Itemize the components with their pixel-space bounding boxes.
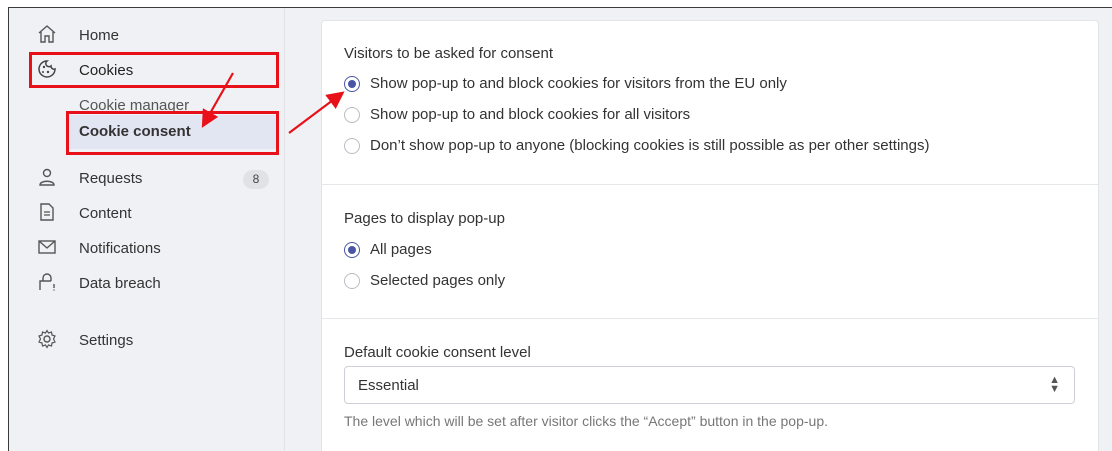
requests-count-badge: 8 (243, 170, 269, 189)
sidebar-item-home[interactable]: Home (9, 18, 285, 52)
sidebar: Home Cookies Cookie manager Cookie conse… (9, 8, 285, 451)
consent-option-all-visitors[interactable]: Show pop-up to and block cookies for all… (344, 106, 690, 123)
sidebar-item-label: Settings (79, 331, 134, 349)
radio-button[interactable] (344, 241, 360, 258)
gear-icon (36, 328, 58, 350)
cookie-consent-highlight-box (66, 111, 279, 155)
pages-option-all[interactable]: All pages (344, 241, 432, 258)
sidebar-item-label: Notifications (79, 239, 161, 257)
sidebar-item-label: Data breach (79, 274, 161, 292)
consent-level-title: Default cookie consent level (344, 344, 531, 361)
sidebar-item-requests[interactable]: Requests 8 (9, 161, 285, 195)
radio-label: Don’t show pop-up to anyone (blocking co… (370, 137, 930, 154)
lock-alert-icon (36, 271, 58, 293)
consent-option-eu-only[interactable]: Show pop-up to and block cookies for vis… (344, 75, 787, 92)
sidebar-item-settings[interactable]: Settings (9, 323, 285, 357)
app-frame: Home Cookies Cookie manager Cookie conse… (8, 7, 1112, 451)
radio-label: Show pop-up to and block cookies for vis… (370, 75, 787, 92)
radio-label: Show pop-up to and block cookies for all… (370, 106, 691, 123)
user-icon (36, 166, 58, 188)
sidebar-item-data-breach[interactable]: Data breach (9, 266, 285, 300)
radio-button[interactable] (344, 272, 360, 289)
sidebar-item-content[interactable]: Content (9, 196, 285, 230)
sidebar-item-label: Home (79, 26, 120, 44)
select-updown-icon: ▲ ▼ (1049, 374, 1060, 395)
radio-button[interactable] (344, 106, 360, 123)
cookie-consent-settings-card: Visitors to be asked for consent Show po… (321, 20, 1099, 451)
sidebar-item-label: Requests (79, 169, 143, 187)
radio-button[interactable] (344, 75, 360, 92)
home-icon (36, 23, 58, 45)
consent-section-title: Visitors to be asked for consent (344, 45, 554, 62)
consent-level-help-text: The level which will be set after visito… (344, 413, 828, 429)
sidebar-item-label: Content (79, 204, 132, 222)
cookies-highlight-box (29, 52, 279, 88)
consent-section: Visitors to be asked for consent Show po… (322, 21, 1098, 185)
consent-level-select[interactable]: Essential ▲ ▼ (344, 366, 1075, 404)
sidebar-item-notifications[interactable]: Notifications (9, 231, 285, 265)
pages-option-selected[interactable]: Selected pages only (344, 272, 505, 289)
pages-section-title: Pages to display pop-up (344, 210, 505, 227)
consent-option-no-one[interactable]: Don’t show pop-up to anyone (blocking co… (344, 137, 929, 154)
envelope-icon (36, 236, 58, 258)
radio-label: All pages (370, 241, 432, 258)
select-value: Essential (358, 377, 419, 394)
document-icon (36, 201, 58, 223)
radio-button[interactable] (344, 137, 360, 154)
radio-label: Selected pages only (370, 272, 506, 289)
pages-section: Pages to display pop-up All pages Select… (322, 185, 1098, 319)
